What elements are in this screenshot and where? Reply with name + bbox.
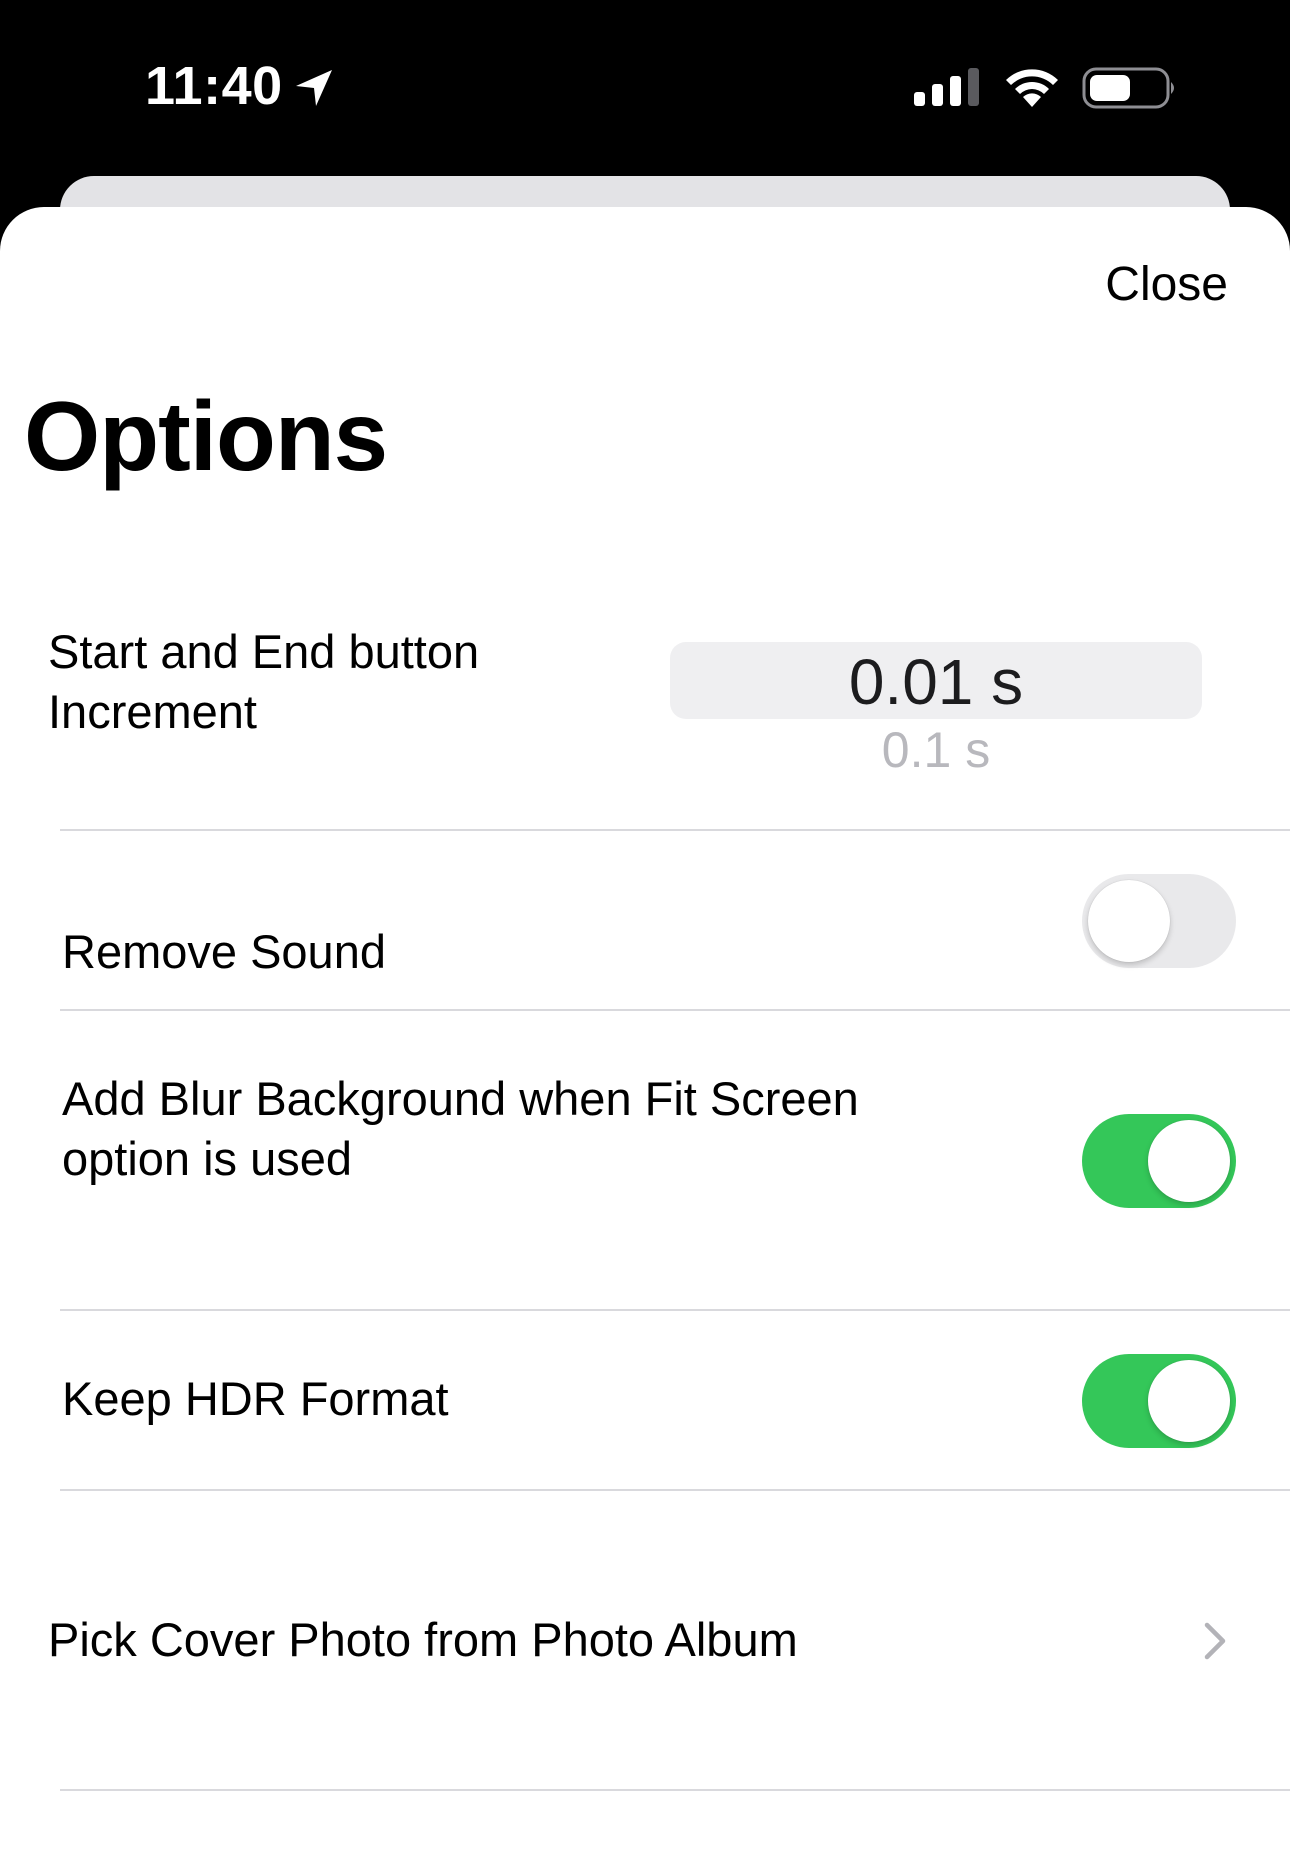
toggle-knob <box>1148 1360 1230 1442</box>
cellular-signal-icon <box>914 68 979 106</box>
status-bar: 11:40 <box>0 0 1290 175</box>
blur-background-toggle[interactable] <box>1082 1114 1236 1208</box>
increment-label: Start and End button Increment <box>48 622 479 742</box>
screen: 11:40 Close Options Start and End button <box>0 0 1290 1865</box>
toggle-knob <box>1088 880 1170 962</box>
divider <box>60 1489 1290 1491</box>
battery-icon <box>1082 67 1174 109</box>
keep-hdr-label: Keep HDR Format <box>62 1372 449 1425</box>
remove-sound-toggle[interactable] <box>1082 874 1236 968</box>
divider <box>60 1789 1290 1791</box>
increment-label-line2: Increment <box>48 685 257 738</box>
blur-background-label-line2: option is used <box>62 1132 353 1185</box>
divider <box>60 1009 1290 1011</box>
increment-picker[interactable]: 0.01 s 0.1 s <box>670 642 1202 787</box>
status-time: 11:40 <box>145 56 283 116</box>
blur-background-label-line1: Add Blur Background when Fit Screen <box>62 1072 859 1125</box>
wifi-icon <box>1006 69 1058 107</box>
remove-sound-label: Remove Sound <box>62 925 386 978</box>
cover-photo-label[interactable]: Pick Cover Photo from Photo Album <box>48 1610 798 1670</box>
picker-selected-value[interactable]: 0.01 s <box>670 647 1202 717</box>
picker-next-value[interactable]: 0.1 s <box>670 722 1202 778</box>
increment-label-line1: Start and End button <box>48 625 480 678</box>
keep-hdr-toggle[interactable] <box>1082 1354 1236 1448</box>
divider <box>60 1309 1290 1311</box>
location-arrow-icon <box>296 70 332 106</box>
toggle-knob <box>1148 1120 1230 1202</box>
blur-background-label: Add Blur Background when Fit Screen opti… <box>62 1069 859 1189</box>
close-button[interactable]: Close <box>1105 257 1228 312</box>
options-sheet: Close Options Start and End button Incre… <box>0 207 1290 1865</box>
divider <box>60 829 1290 831</box>
chevron-right-icon <box>1204 1622 1226 1660</box>
page-title: Options <box>24 381 388 491</box>
